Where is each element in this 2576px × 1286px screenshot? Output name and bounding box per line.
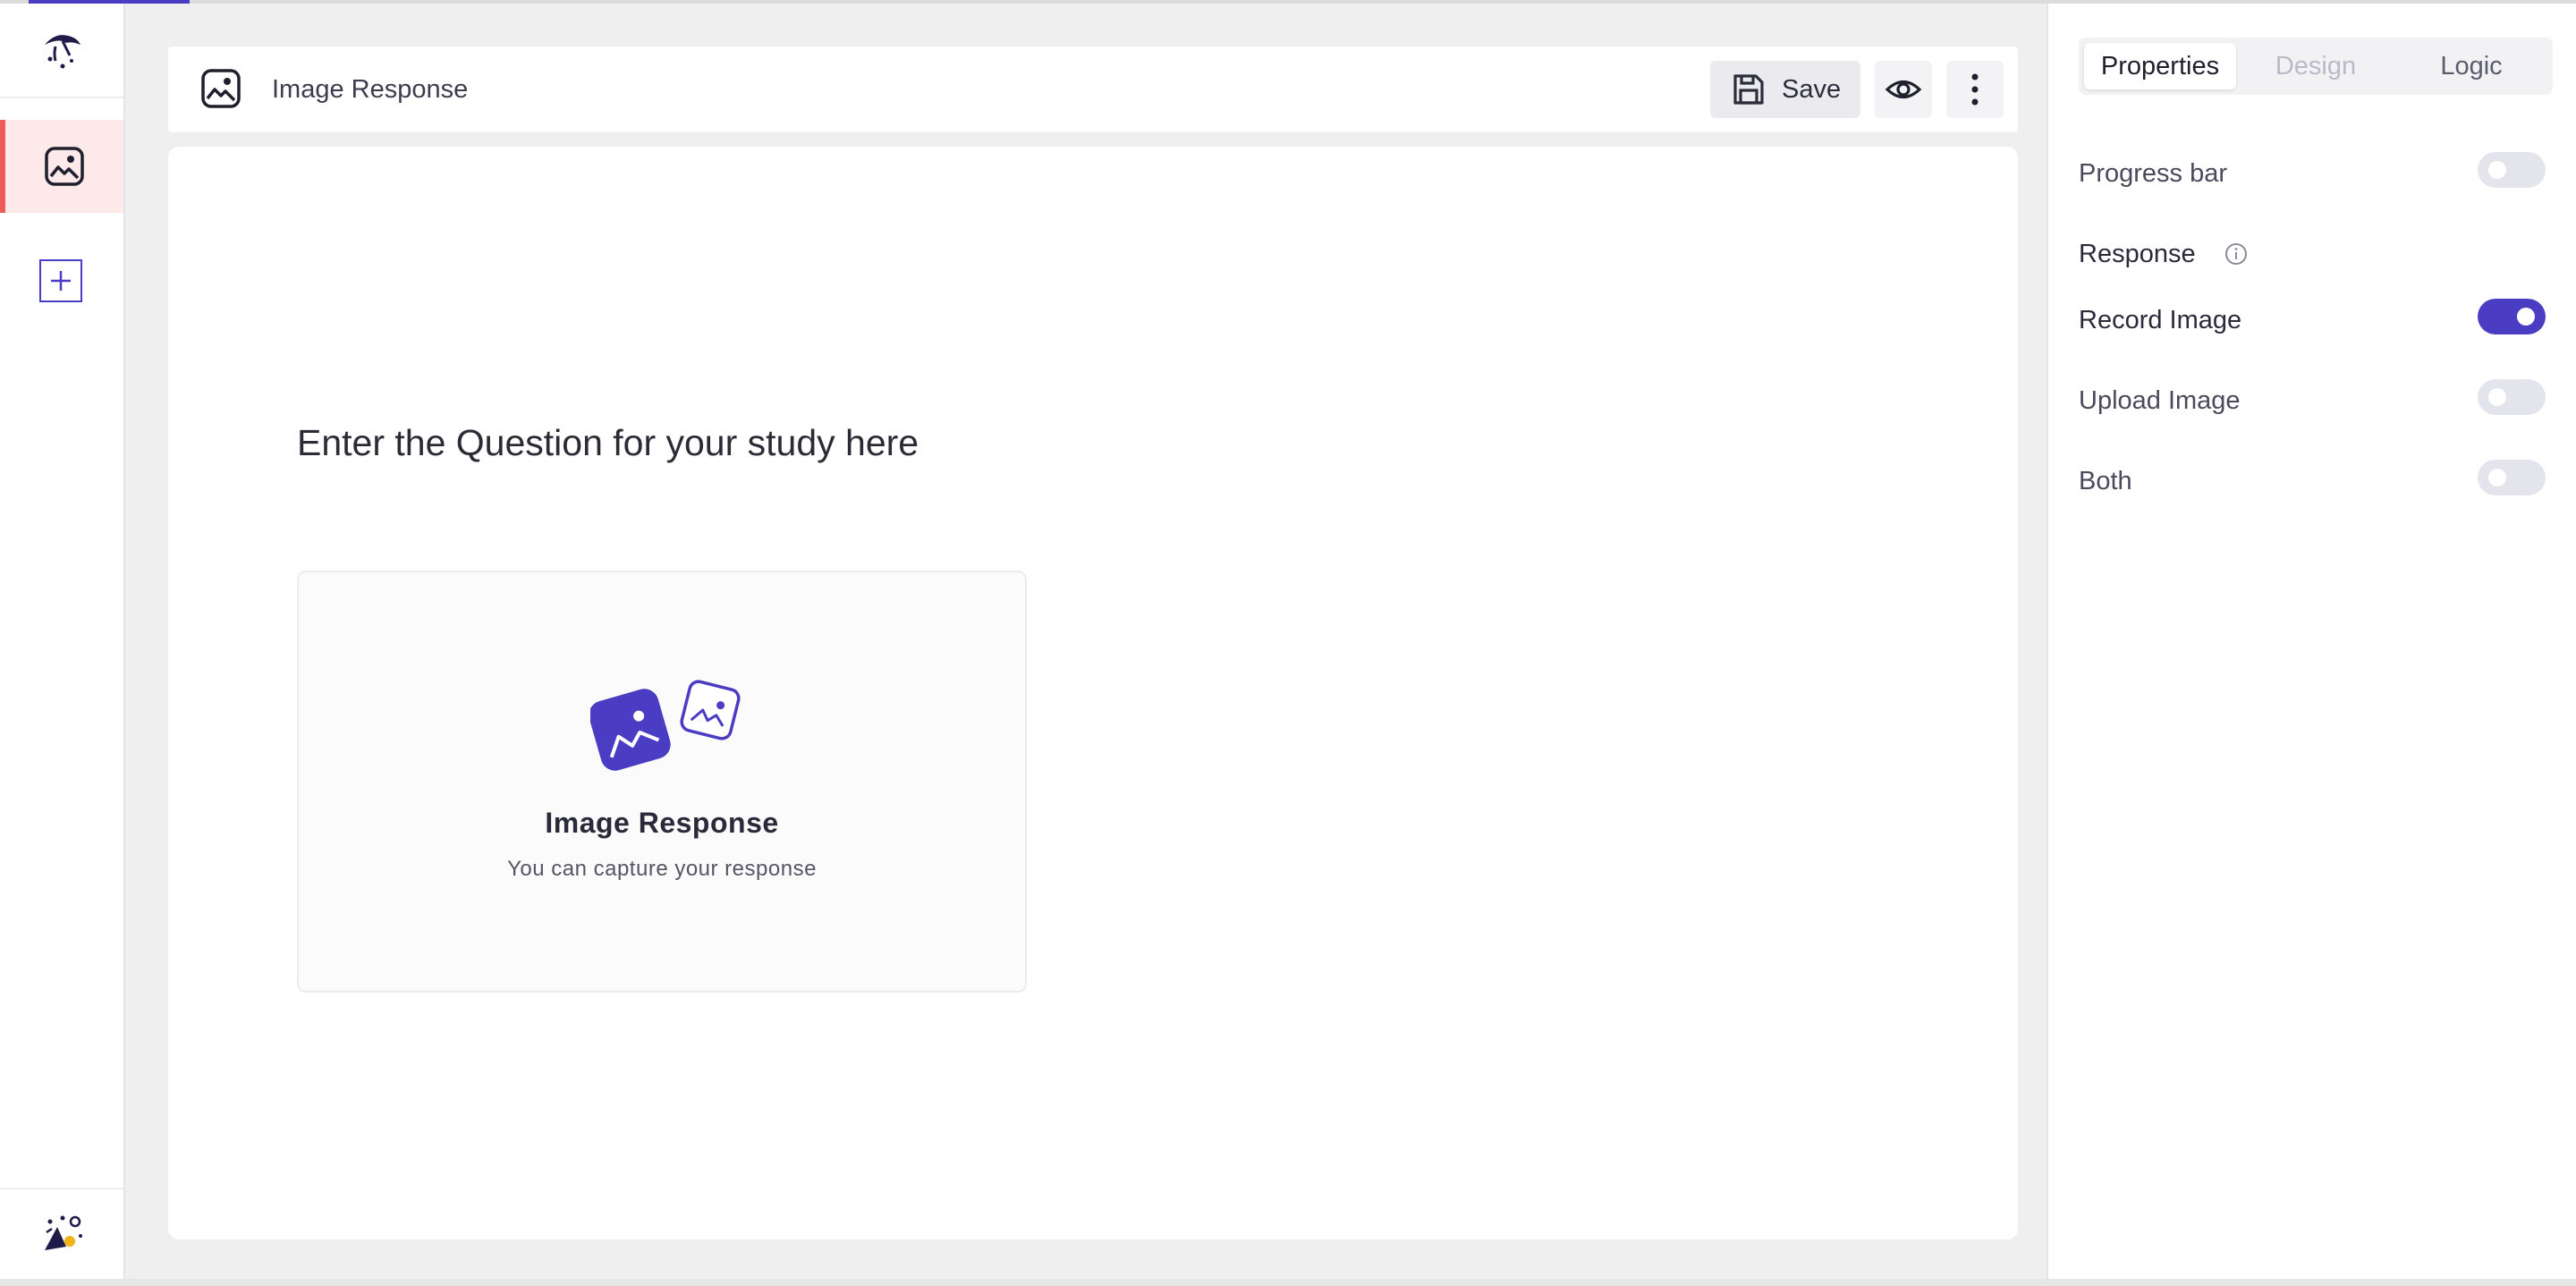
bottom-strip xyxy=(0,1279,2576,1286)
upload-image-toggle[interactable] xyxy=(2478,379,2546,415)
save-button[interactable]: Save xyxy=(1710,61,1860,118)
image-response-illustration-icon xyxy=(590,680,741,771)
more-options-button[interactable] xyxy=(1946,61,2004,118)
plus-icon xyxy=(51,271,71,291)
add-block-button[interactable] xyxy=(39,259,82,302)
editor-canvas: Enter the Question for your study here I… xyxy=(168,147,2018,1239)
block-title: Image Response xyxy=(272,75,469,104)
user-avatar-icon[interactable] xyxy=(39,1209,88,1257)
image-icon xyxy=(45,147,84,186)
kebab-menu-icon xyxy=(1971,73,1979,106)
toggle-knob xyxy=(2488,388,2506,406)
upload-image-label: Upload Image xyxy=(2079,386,2241,415)
record-image-toggle[interactable] xyxy=(2478,299,2546,334)
toggle-knob xyxy=(2488,469,2506,486)
properties-panel: Properties Design Logic Progress bar Res… xyxy=(2046,4,2576,1279)
toggle-knob xyxy=(2517,308,2535,326)
progress-bar-toggle[interactable] xyxy=(2478,152,2546,188)
info-icon[interactable] xyxy=(2224,241,2249,267)
question-text[interactable]: Enter the Question for your study here xyxy=(297,422,919,464)
tab-logic[interactable]: Logic xyxy=(2395,43,2547,89)
image-response-card-title: Image Response xyxy=(545,807,779,839)
editor-header: Image Response Save xyxy=(168,47,2018,132)
image-response-card-subtitle: You can capture your response xyxy=(507,857,817,881)
save-button-label: Save xyxy=(1782,74,1842,104)
both-label: Both xyxy=(2079,467,2132,495)
eye-icon xyxy=(1885,80,1922,99)
record-image-label: Record Image xyxy=(2079,306,2242,334)
both-toggle[interactable] xyxy=(2478,460,2546,495)
progress-bar-label: Progress bar xyxy=(2079,159,2228,188)
tab-design[interactable]: Design xyxy=(2240,43,2392,89)
image-icon xyxy=(201,69,241,108)
panel-tabs: Properties Design Logic xyxy=(2079,38,2553,95)
response-section-label: Response xyxy=(2079,240,2196,268)
sidebar-bottom-divider xyxy=(0,1188,123,1189)
left-sidebar xyxy=(0,4,125,1279)
preview-button[interactable] xyxy=(1875,61,1932,118)
sidebar-item-image-response[interactable] xyxy=(0,120,123,213)
image-response-card[interactable]: Image Response You can capture your resp… xyxy=(297,571,1027,993)
app-logo-icon[interactable] xyxy=(36,25,88,77)
floppy-disk-icon xyxy=(1733,74,1764,105)
tab-properties[interactable]: Properties xyxy=(2084,43,2236,89)
sidebar-divider xyxy=(0,97,123,98)
toggle-knob xyxy=(2488,161,2506,179)
